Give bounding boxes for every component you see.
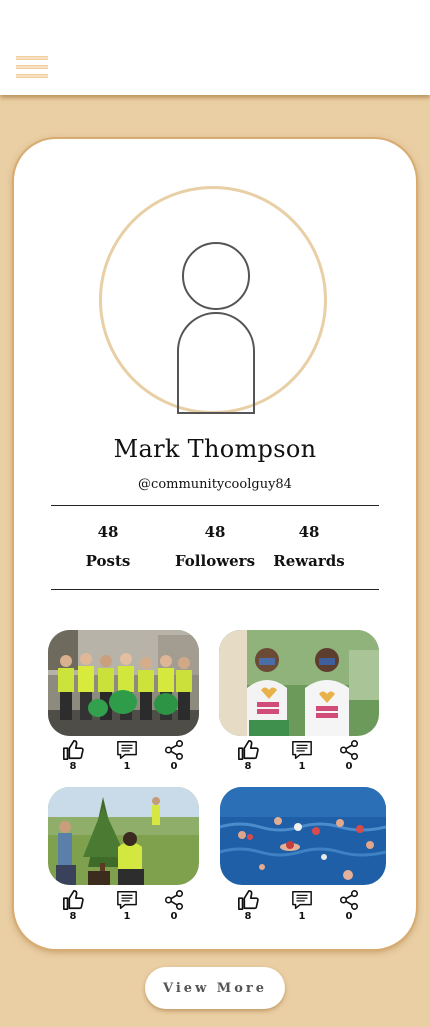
- thumbs-up-icon: [63, 890, 84, 910]
- share-button[interactable]: 0: [334, 889, 364, 923]
- post-actions-3: 8 1 0: [58, 889, 198, 925]
- like-count: 8: [244, 761, 252, 772]
- comment-count: 1: [123, 911, 131, 922]
- share-count: 0: [170, 911, 178, 922]
- avatar[interactable]: [99, 186, 327, 414]
- post-image-1[interactable]: [48, 630, 199, 736]
- comment-button[interactable]: 1: [112, 889, 142, 923]
- thumbs-up-icon: [63, 740, 84, 760]
- stat-posts-label: Posts: [85, 552, 131, 570]
- comment-icon: [117, 891, 137, 909]
- share-button[interactable]: 0: [159, 889, 189, 923]
- like-button[interactable]: 8: [58, 889, 88, 923]
- comment-count: 1: [298, 911, 306, 922]
- share-count: 0: [345, 911, 353, 922]
- like-count: 8: [244, 911, 252, 922]
- post-image-4[interactable]: [220, 787, 386, 885]
- like-button[interactable]: 8: [58, 739, 88, 773]
- like-count: 8: [69, 911, 77, 922]
- post-actions-4: 8 1 0: [233, 889, 373, 925]
- profile-card: Mark Thompson @communitycoolguy84 48 Pos…: [14, 139, 416, 949]
- hamburger-icon[interactable]: [16, 56, 48, 80]
- top-bar: [0, 0, 430, 95]
- post-actions-1: 8 1 0: [58, 739, 198, 775]
- comment-count: 1: [123, 761, 131, 772]
- comment-icon: [292, 891, 312, 909]
- view-more-button[interactable]: View More: [145, 967, 285, 1009]
- share-icon: [164, 740, 184, 760]
- like-button[interactable]: 8: [233, 889, 263, 923]
- post-image-2[interactable]: [219, 630, 379, 736]
- share-button[interactable]: 0: [334, 739, 364, 773]
- comment-icon: [117, 741, 137, 759]
- share-count: 0: [345, 761, 353, 772]
- post-actions-2: 8 1 0: [233, 739, 373, 775]
- profile-name: Mark Thompson: [113, 435, 317, 463]
- post-image-3[interactable]: [48, 787, 199, 885]
- like-count: 8: [69, 761, 77, 772]
- comment-count: 1: [298, 761, 306, 772]
- divider-bottom: [51, 589, 379, 590]
- thumbs-up-icon: [238, 890, 259, 910]
- thumbs-up-icon: [238, 740, 259, 760]
- stat-rewards-label: Rewards: [273, 552, 345, 570]
- comment-button[interactable]: 1: [287, 739, 317, 773]
- share-icon: [164, 890, 184, 910]
- comment-button[interactable]: 1: [112, 739, 142, 773]
- divider-top: [51, 505, 379, 506]
- comment-button[interactable]: 1: [287, 889, 317, 923]
- share-button[interactable]: 0: [159, 739, 189, 773]
- comment-icon: [292, 741, 312, 759]
- stat-posts-value: 48: [97, 523, 119, 541]
- user-placeholder-icon: [177, 242, 255, 414]
- profile-handle: @communitycoolguy84: [138, 477, 292, 492]
- share-icon: [339, 740, 359, 760]
- share-count: 0: [170, 761, 178, 772]
- stat-rewards-value: 48: [298, 523, 320, 541]
- like-button[interactable]: 8: [233, 739, 263, 773]
- share-icon: [339, 890, 359, 910]
